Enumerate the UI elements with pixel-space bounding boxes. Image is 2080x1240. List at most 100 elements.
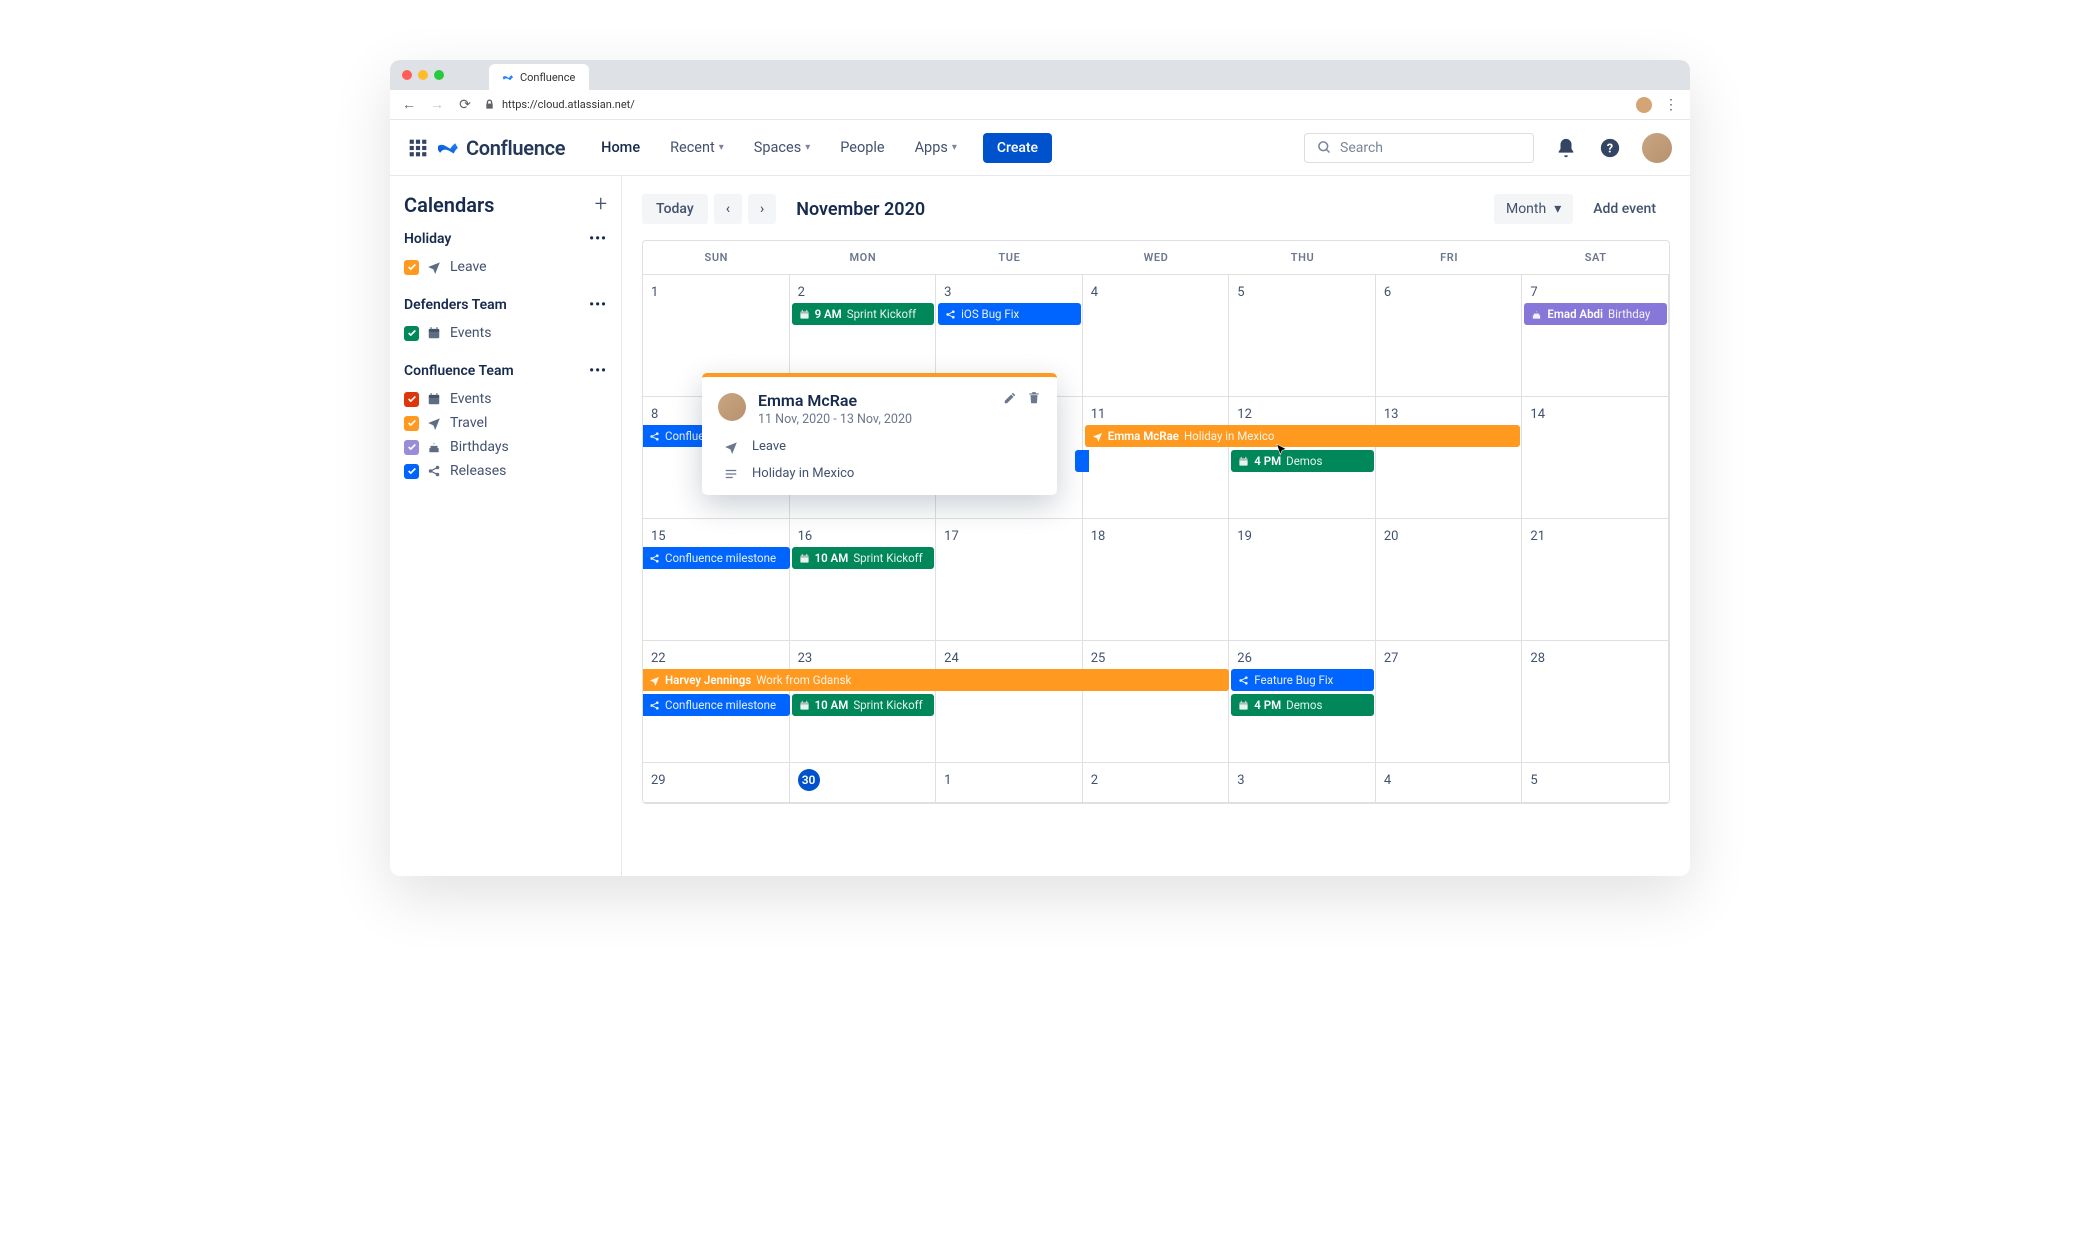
calendar-item[interactable]: Events: [404, 387, 607, 411]
today-button[interactable]: Today: [642, 194, 708, 224]
day-cell[interactable]: 4: [1376, 763, 1523, 802]
more-icon[interactable]: •••: [589, 297, 607, 313]
calendar-label: Travel: [450, 415, 487, 431]
day-cell[interactable]: 20: [1376, 519, 1523, 640]
day-cell[interactable]: 6: [1376, 275, 1523, 396]
day-cell[interactable]: 5: [1229, 275, 1376, 396]
checkbox[interactable]: [404, 260, 419, 275]
calendar-event[interactable]: 10 AMSprint Kickoff: [792, 547, 935, 569]
next-button[interactable]: ›: [748, 194, 776, 224]
group-name: Defenders Team: [404, 297, 507, 313]
back-icon[interactable]: ←: [400, 96, 418, 113]
day-cell[interactable]: 2: [1083, 763, 1230, 802]
day-header: MON: [790, 241, 937, 274]
more-icon[interactable]: •••: [589, 363, 607, 379]
forward-icon[interactable]: →: [428, 96, 446, 113]
checkbox[interactable]: [404, 464, 419, 479]
day-cell[interactable]: 14: [1522, 397, 1669, 518]
day-cell[interactable]: 7: [1522, 275, 1669, 396]
profile-icon[interactable]: [1636, 97, 1652, 113]
day-header: TUE: [936, 241, 1083, 274]
browser-tab[interactable]: Confluence: [489, 64, 589, 90]
add-event-button[interactable]: Add event: [1579, 194, 1670, 224]
day-cell[interactable]: 30: [790, 763, 937, 802]
calendar-event[interactable]: Feature Bug Fix: [1231, 669, 1374, 691]
calendar-item[interactable]: Travel: [404, 411, 607, 435]
calendar-event[interactable]: 9 AMSprint Kickoff: [792, 303, 935, 325]
add-calendar-button[interactable]: +: [595, 192, 607, 217]
plane-icon: [427, 260, 442, 274]
day-cell[interactable]: 1: [936, 763, 1083, 802]
calendar-event[interactable]: 10 AMSprint Kickoff: [792, 694, 935, 716]
calendar-event[interactable]: [1075, 450, 1089, 472]
day-number: 21: [1530, 529, 1545, 544]
calendar-item[interactable]: Birthdays: [404, 435, 607, 459]
birthday-icon: [427, 440, 442, 454]
day-cell[interactable]: 4: [1083, 275, 1230, 396]
release-icon: [1238, 675, 1249, 686]
day-cell[interactable]: 29: [643, 763, 790, 802]
group-name: Confluence Team: [404, 363, 514, 379]
calendar-event[interactable]: Confluence milestone: [642, 694, 790, 716]
nav-spaces[interactable]: Spaces▾: [744, 133, 820, 162]
calendar-event[interactable]: Confluence milestone: [642, 547, 790, 569]
calendar-item[interactable]: Leave: [404, 255, 607, 279]
url-field[interactable]: https://cloud.atlassian.net/: [484, 98, 1626, 111]
view-selector[interactable]: Month▾: [1494, 194, 1573, 224]
day-cell[interactable]: 11: [1083, 397, 1230, 518]
nav-people[interactable]: People: [830, 133, 894, 162]
calendar-event[interactable]: iOS Bug Fix: [938, 303, 1081, 325]
checkbox[interactable]: [404, 440, 419, 455]
day-number: 3: [1237, 773, 1244, 788]
day-cell[interactable]: 16: [790, 519, 937, 640]
day-number: 17: [944, 529, 959, 544]
notifications-icon[interactable]: [1554, 136, 1578, 160]
day-cell[interactable]: 19: [1229, 519, 1376, 640]
browser-menu-icon[interactable]: ⋮: [1662, 97, 1680, 113]
calendar-event[interactable]: Emma McRaeHoliday in Mexico: [1085, 425, 1521, 447]
day-number: 13: [1384, 407, 1399, 422]
day-cell[interactable]: 27: [1376, 641, 1523, 762]
day-cell[interactable]: 24: [936, 641, 1083, 762]
calendar-icon: [427, 326, 442, 340]
day-cell[interactable]: 5: [1522, 763, 1669, 802]
calendar-item[interactable]: Events: [404, 321, 607, 345]
nav-recent[interactable]: Recent▾: [660, 133, 734, 162]
day-cell[interactable]: 28: [1522, 641, 1669, 762]
nav-home[interactable]: Home: [591, 133, 650, 162]
calendar-item[interactable]: Releases: [404, 459, 607, 483]
create-button[interactable]: Create: [983, 133, 1052, 163]
day-number: 29: [651, 773, 666, 788]
day-cell[interactable]: 15: [643, 519, 790, 640]
more-icon[interactable]: •••: [589, 231, 607, 247]
checkbox[interactable]: [404, 416, 419, 431]
day-cell[interactable]: 25: [1083, 641, 1230, 762]
week-row: 15 16 17 18 19 20 21 Confluence milestone10 AMS…: [643, 519, 1669, 641]
window-controls[interactable]: [402, 70, 444, 80]
today-marker: 30: [798, 769, 820, 791]
day-number: 16: [798, 529, 813, 544]
app-switcher-icon[interactable]: [408, 138, 428, 158]
day-number: 19: [1237, 529, 1252, 544]
day-cell[interactable]: 18: [1083, 519, 1230, 640]
day-cell[interactable]: 21: [1522, 519, 1669, 640]
confluence-logo[interactable]: Confluence: [438, 136, 565, 160]
calendar-event[interactable]: 4 PMDemos: [1231, 450, 1374, 472]
checkbox[interactable]: [404, 392, 419, 407]
prev-button[interactable]: ‹: [714, 194, 742, 224]
calendar-event[interactable]: 4 PMDemos: [1231, 694, 1374, 716]
day-cell[interactable]: 3: [1229, 763, 1376, 802]
day-cell[interactable]: 17: [936, 519, 1083, 640]
calendar-event[interactable]: Emad AbdiBirthday: [1524, 303, 1667, 325]
checkbox[interactable]: [404, 326, 419, 341]
day-number: 1: [944, 773, 951, 788]
help-icon[interactable]: ?: [1598, 136, 1622, 160]
trash-icon[interactable]: [1027, 391, 1041, 405]
edit-icon[interactable]: [1003, 391, 1017, 405]
user-avatar[interactable]: [1642, 133, 1672, 163]
search-input[interactable]: Search: [1304, 133, 1534, 163]
day-cell[interactable]: 13: [1376, 397, 1523, 518]
nav-apps[interactable]: Apps▾: [905, 133, 967, 162]
calendar-event[interactable]: Harvey JenningsWork from Gdansk: [642, 669, 1229, 691]
reload-icon[interactable]: ⟳: [456, 97, 474, 113]
